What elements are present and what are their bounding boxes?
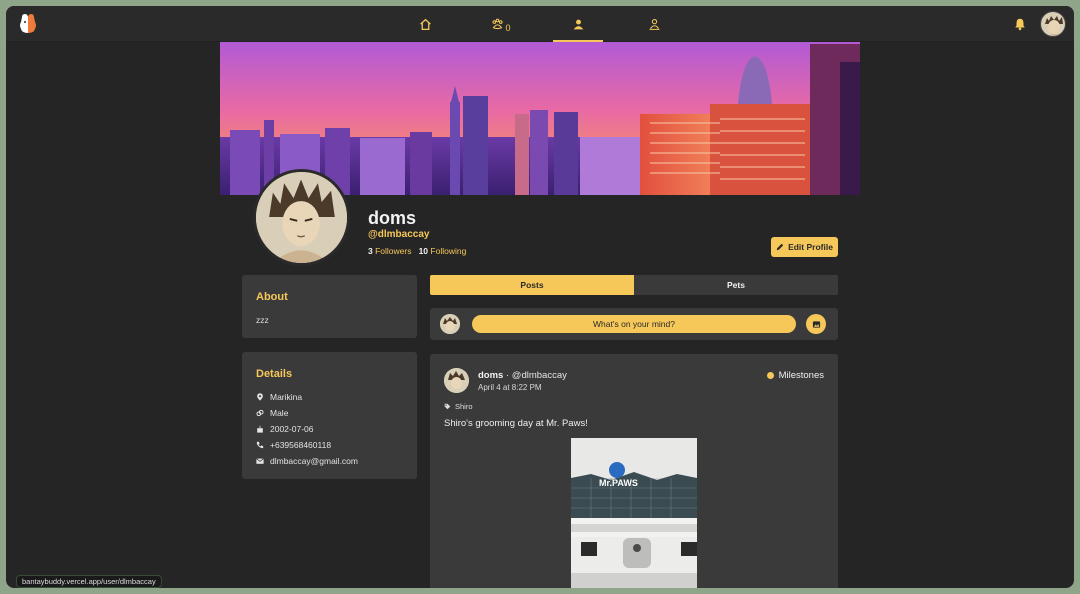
status-url: bantaybuddy.vercel.app/user/dlmbaccay (16, 575, 162, 588)
post-photo[interactable]: Mr.PAWS (571, 438, 697, 588)
category-dot-icon (766, 372, 774, 379)
pets-icon (492, 18, 504, 29)
followers-count: 3 (368, 246, 373, 256)
shop-sign-text: Mr.PAWS (599, 478, 638, 488)
nav-home-tab[interactable] (400, 6, 450, 42)
post-author-line: doms · @dlmbaccay (478, 370, 567, 381)
post-timestamp: April 4 at 8:22 PM (478, 383, 542, 392)
follow-stats: 3 Followers 10 Following (368, 246, 466, 256)
nav-pets-tab[interactable]: 0 (476, 6, 526, 42)
post-composer: What's on your mind? (430, 308, 838, 340)
detail-birthday: 2002-07-06 (256, 424, 313, 434)
envelope-icon (256, 458, 264, 464)
edit-profile-button[interactable]: Edit Profile (771, 237, 838, 257)
whats-on-your-mind-input[interactable]: What's on your mind? (472, 315, 796, 333)
about-title: About (256, 291, 288, 303)
post-author-handle[interactable]: @dlmbaccay (512, 370, 567, 381)
category-label: Milestones (778, 370, 824, 381)
post-body-text: Shiro's grooming day at Mr. Paws! (444, 418, 588, 429)
pets-count-badge: 0 (505, 22, 511, 33)
gender-text: Male (270, 408, 289, 418)
post-author-avatar[interactable] (444, 368, 469, 393)
birthday-text: 2002-07-06 (270, 424, 314, 434)
avatar-image (1041, 12, 1065, 36)
bell-icon[interactable] (1013, 17, 1027, 31)
location-pin-icon (257, 393, 263, 401)
following-link[interactable]: 10 Following (419, 246, 467, 256)
profile-handle: @dlmbaccay (368, 229, 430, 240)
email-text: dlmbaccay@gmail.com (270, 456, 358, 466)
following-count: 10 (418, 246, 429, 256)
detail-gender: Male (256, 408, 288, 418)
details-title: Details (256, 368, 293, 380)
app-window: 0 doms @dlmbaccay 3 Followers 10 Followi… (6, 6, 1074, 588)
post-author-name[interactable]: doms (478, 370, 503, 381)
composer-avatar (440, 314, 460, 334)
nav-profile-tab[interactable] (553, 6, 603, 42)
phone-icon (256, 441, 264, 449)
post-category: Milestones (766, 370, 824, 381)
post-separator: · (505, 370, 510, 381)
bantaybuddy-logo-icon[interactable] (18, 13, 38, 35)
cake-icon (257, 425, 263, 433)
top-navigation-bar: 0 (6, 6, 1074, 42)
gender-icon (256, 409, 264, 417)
home-icon (419, 18, 431, 30)
add-photo-button[interactable] (806, 314, 826, 334)
user-avatar-menu[interactable] (1040, 11, 1066, 37)
phone-text: +639568460118 (270, 440, 332, 450)
tab-pets[interactable]: Pets (634, 275, 838, 295)
details-card: Details Marikina Male 2002-07-06 +639568… (242, 352, 417, 479)
detail-location: Marikina (256, 392, 302, 402)
detail-phone: +639568460118 (256, 440, 331, 450)
about-card: About zzz (242, 275, 417, 338)
grooming-shop-photo: Mr.PAWS (571, 438, 697, 588)
profile-avatar (253, 169, 350, 266)
edit-profile-label: Edit Profile (788, 242, 833, 252)
pet-owner-icon (649, 18, 659, 30)
following-label: Following (430, 246, 467, 256)
profile-name: doms (368, 208, 417, 228)
profile-tabs: Posts Pets (430, 275, 838, 295)
pencil-icon (776, 243, 784, 251)
about-text: zzz (256, 315, 269, 325)
followers-link[interactable]: 3 Followers (368, 246, 411, 256)
post-card: doms · @dlmbaccay April 4 at 8:22 PM Mil… (430, 354, 838, 588)
profile-icon (573, 19, 583, 29)
image-icon (812, 320, 820, 328)
location-text: Marikina (270, 392, 303, 402)
tag-icon (444, 403, 451, 410)
nav-pet-owner-tab[interactable] (629, 6, 679, 42)
pet-tag-label: Shiro (455, 402, 473, 411)
tab-posts[interactable]: Posts (430, 275, 634, 295)
pet-tag[interactable]: Shiro (444, 402, 473, 411)
detail-email: dlmbaccay@gmail.com (256, 456, 358, 466)
followers-label: Followers (375, 246, 412, 256)
